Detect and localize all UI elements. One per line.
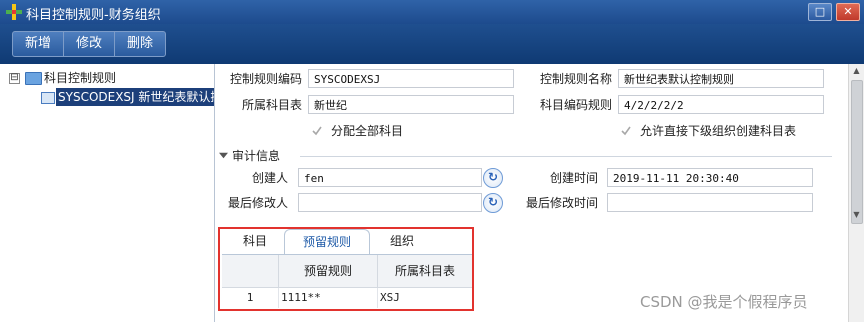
tree-root-item[interactable]: 科目控制规则 bbox=[44, 69, 116, 87]
window-title: 科目控制规则-财务组织 bbox=[26, 8, 161, 23]
app-logo-icon bbox=[6, 4, 22, 20]
allow-sub-org-checkbox[interactable] bbox=[620, 125, 632, 137]
close-button[interactable]: ✕ bbox=[836, 3, 860, 21]
modifier-label: 最后修改人 bbox=[227, 196, 288, 210]
tree-root-label: 科目控制规则 bbox=[44, 71, 117, 85]
new-button[interactable]: 新增 bbox=[13, 32, 65, 56]
scroll-up-icon[interactable]: ▲ bbox=[849, 64, 864, 78]
highlight-annotation-frame bbox=[218, 227, 474, 311]
code-rule-field[interactable]: 4/2/2/2/2 bbox=[618, 95, 824, 114]
section-collapse-icon[interactable] bbox=[219, 151, 228, 160]
rule-name-label: 控制规则名称 bbox=[539, 72, 612, 86]
toolbar-button-group: 新增 修改 删除 bbox=[12, 31, 167, 57]
collapse-icon: ⊟ bbox=[10, 72, 19, 83]
rule-code-field[interactable]: SYSCODEXSJ bbox=[308, 69, 514, 88]
modified-time-label: 最后修改时间 bbox=[525, 196, 598, 210]
toolbar: 新增 修改 删除 bbox=[0, 24, 864, 64]
subject-table-field[interactable]: 新世纪 bbox=[308, 95, 514, 114]
rule-tree: ⊟ 科目控制规则 SYSCODEXSJ 新世纪表默认控制 bbox=[0, 64, 215, 322]
watermark-text: CSDN @我是个假程序员 bbox=[640, 293, 808, 311]
edit-button[interactable]: 修改 bbox=[64, 32, 116, 56]
subject-table-label: 所属科目表 bbox=[241, 98, 302, 112]
modifier-field[interactable] bbox=[298, 193, 482, 212]
tree-child-item[interactable]: SYSCODEXSJ 新世纪表默认控制 bbox=[56, 88, 214, 106]
modified-time-field[interactable] bbox=[607, 193, 813, 212]
scroll-thumb[interactable] bbox=[851, 80, 863, 224]
tree-collapse-toggle[interactable]: ⊟ bbox=[9, 72, 20, 84]
refresh-icon: ↻ bbox=[487, 170, 499, 184]
rule-code-label: 控制规则编码 bbox=[229, 72, 302, 86]
modifier-lookup-button[interactable]: ↻ bbox=[483, 193, 503, 213]
assign-all-checkbox[interactable] bbox=[311, 125, 323, 137]
creator-lookup-button[interactable]: ↻ bbox=[483, 168, 503, 188]
section-divider bbox=[300, 156, 832, 157]
document-icon bbox=[41, 92, 55, 104]
creator-label: 创建人 bbox=[251, 171, 288, 185]
vertical-scrollbar[interactable]: ▲ ▼ bbox=[848, 64, 864, 322]
refresh-icon: ↻ bbox=[487, 195, 499, 209]
created-time-field[interactable]: 2019-11-11 20:30:40 bbox=[607, 168, 813, 187]
maximize-icon: □ bbox=[814, 5, 826, 18]
title-bar: 科目控制规则-财务组织 □ ✕ bbox=[0, 0, 864, 24]
close-icon: ✕ bbox=[843, 5, 853, 18]
scroll-down-icon[interactable]: ▼ bbox=[849, 208, 864, 222]
allow-sub-org-label: 允许直接下级组织创建科目表 bbox=[640, 124, 797, 138]
assign-all-label: 分配全部科目 bbox=[331, 124, 404, 138]
folder-icon bbox=[25, 72, 42, 85]
audit-section-title: 审计信息 bbox=[232, 149, 281, 163]
code-rule-label: 科目编码规则 bbox=[539, 98, 612, 112]
tree-child-label: SYSCODEXSJ 新世纪表默认控制 bbox=[58, 90, 214, 104]
maximize-button[interactable]: □ bbox=[808, 3, 832, 21]
created-time-label: 创建时间 bbox=[549, 171, 598, 185]
creator-field[interactable]: fen bbox=[298, 168, 482, 187]
rule-name-field[interactable]: 新世纪表默认控制规则 bbox=[618, 69, 824, 88]
delete-button[interactable]: 删除 bbox=[115, 32, 165, 56]
